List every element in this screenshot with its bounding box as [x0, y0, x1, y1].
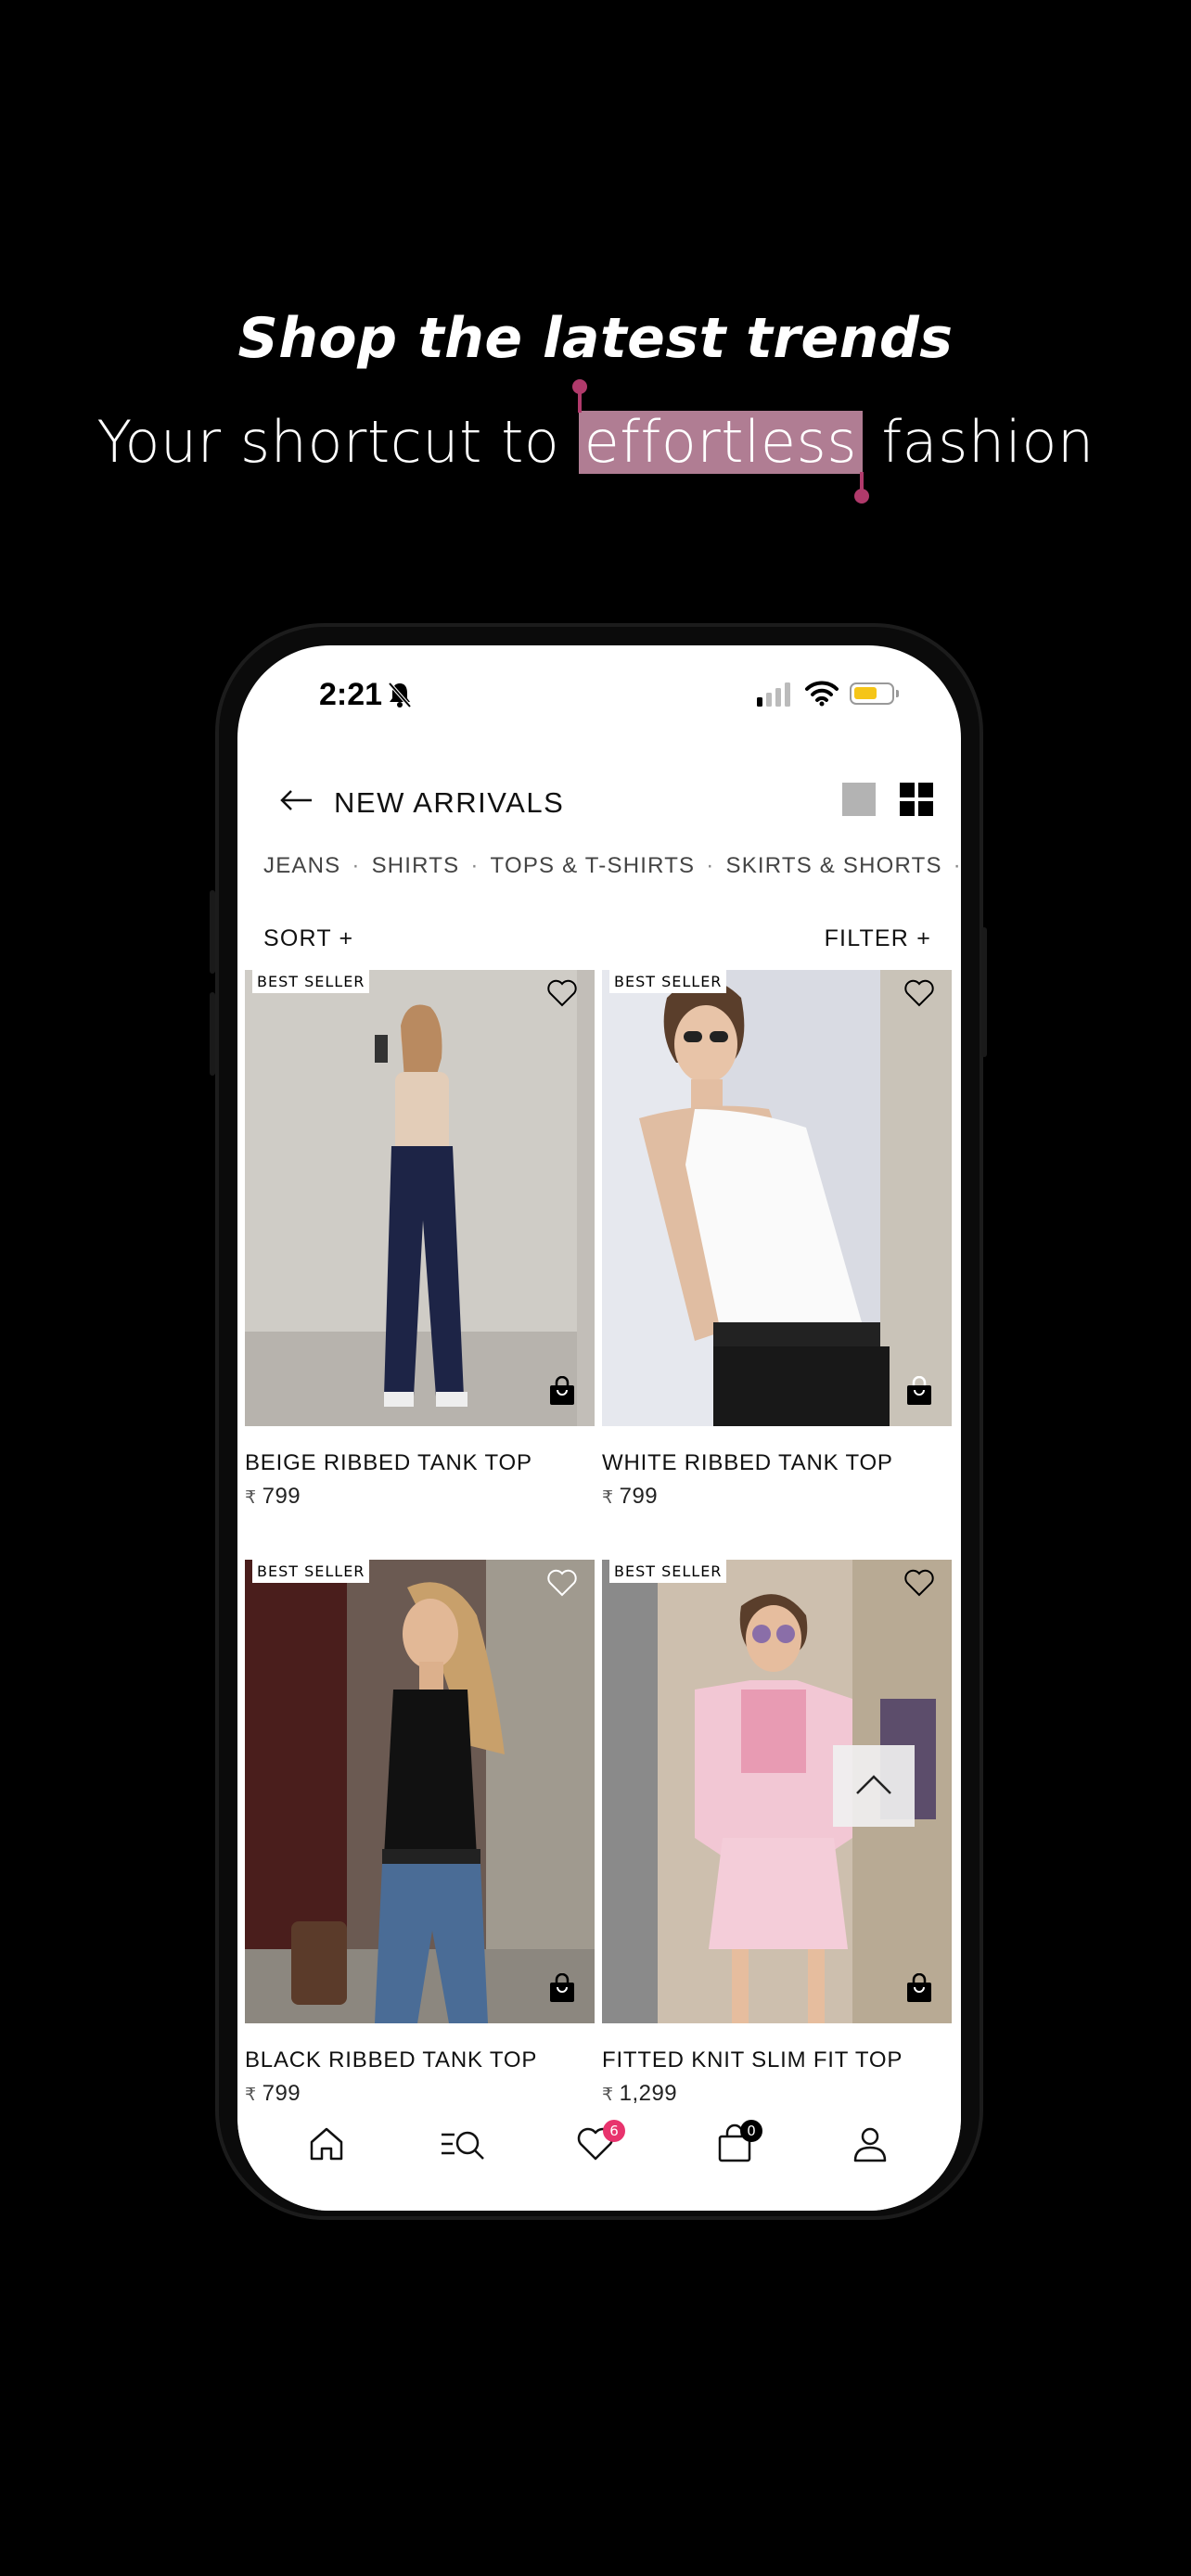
- page-title: NEW ARRIVALS: [334, 786, 565, 819]
- category-tops[interactable]: TOPS & T-SHIRTS: [491, 853, 696, 878]
- category-jeans[interactable]: JEANS: [263, 853, 340, 878]
- grid-view-icon[interactable]: [900, 783, 933, 816]
- product-name[interactable]: FITTED KNIT SLIM FIT TOP: [602, 2047, 952, 2073]
- selection-handle-start[interactable]: [571, 379, 587, 413]
- separator-dot: ·: [953, 853, 961, 878]
- category-strip: JEANS · SHIRTS · TOPS & T-SHIRTS · SKIRTS & SH…: [263, 853, 961, 879]
- product-name[interactable]: BLACK RIBBED TANK TOP: [245, 2047, 595, 2073]
- heart-icon[interactable]: [903, 979, 935, 1007]
- nav-wishlist[interactable]: 6: [575, 2120, 625, 2169]
- volume-button: [210, 890, 215, 974]
- bell-muted-icon: [388, 682, 412, 708]
- currency-symbol: ₹: [602, 2085, 614, 2105]
- nav-search[interactable]: [440, 2123, 486, 2169]
- best-seller-badge: BEST SELLER: [252, 1560, 370, 1583]
- product-photo-black: [245, 1560, 595, 2023]
- promo-subline: Your shortcut to effortless fashion: [0, 379, 1191, 504]
- bottom-nav: 6 0: [237, 2111, 961, 2211]
- chevron-up-icon: [856, 1775, 891, 1794]
- battery-icon: [850, 682, 899, 705]
- separator-dot: ·: [352, 853, 361, 878]
- selected-word: effortless: [583, 408, 858, 476]
- wishlist-count-badge: 6: [603, 2120, 625, 2142]
- product-price: ₹799: [245, 2081, 595, 2107]
- volume-button: [210, 992, 215, 1076]
- product-image[interactable]: BEST SELLER: [245, 1560, 595, 2023]
- sort-button[interactable]: SORT +: [263, 925, 353, 952]
- shopping-bag-icon[interactable]: [905, 1376, 933, 1406]
- nav-cart[interactable]: 0: [714, 2120, 762, 2169]
- shopping-bag-icon[interactable]: [548, 1376, 576, 1406]
- nav-account[interactable]: [850, 2123, 890, 2169]
- currency-symbol: ₹: [602, 1488, 614, 1508]
- product-name[interactable]: BEIGE RIBBED TANK TOP: [245, 1450, 595, 1476]
- home-icon: [310, 2127, 343, 2161]
- product-price: ₹1,299: [602, 2081, 952, 2107]
- back-arrow-icon[interactable]: [278, 786, 315, 814]
- signal-icon: [757, 682, 790, 707]
- single-view-icon[interactable]: [842, 783, 876, 816]
- separator-dot: ·: [706, 853, 715, 878]
- best-seller-badge: BEST SELLER: [609, 970, 727, 993]
- category-skirts[interactable]: SKIRTS & SHORTS: [725, 853, 941, 878]
- subline-start: Your shortcut to: [96, 408, 560, 476]
- product-image[interactable]: BEST SELLER: [245, 970, 595, 1426]
- product-card[interactable]: BEST SELLER WHITE RIBBED TANK TOP ₹799: [602, 970, 952, 1510]
- promo-headline: Shop the latest trends: [237, 306, 954, 371]
- product-image[interactable]: BEST SELLER: [602, 970, 952, 1426]
- product-price: ₹799: [602, 1484, 952, 1510]
- search-menu-icon: [442, 2131, 484, 2160]
- price-value: 1,299: [619, 2081, 678, 2106]
- price-value: 799: [262, 1484, 301, 1509]
- price-value: 799: [262, 2081, 301, 2106]
- category-shirts[interactable]: SHIRTS: [372, 853, 460, 878]
- separator-dot: ·: [470, 853, 480, 878]
- subline-end: fashion: [881, 408, 1095, 476]
- product-photo-beige: [245, 970, 595, 1426]
- selection-handle-end[interactable]: [854, 472, 870, 504]
- shopping-bag-icon[interactable]: [905, 1973, 933, 2003]
- product-card[interactable]: BEST SELLER BLACK RIBBED TANK TOP ₹799: [245, 1560, 595, 2107]
- best-seller-badge: BEST SELLER: [609, 1560, 727, 1583]
- product-card[interactable]: BEST SELLER FITTED KNIT SLIM FIT TOP ₹1,…: [602, 1560, 952, 2107]
- product-price: ₹799: [245, 1484, 595, 1510]
- phone-screen: 2:21 NEW ARRIVALS JEANS · SHIRTS · TOPS …: [237, 645, 961, 2211]
- nav-home[interactable]: [306, 2123, 347, 2169]
- best-seller-badge: BEST SELLER: [252, 970, 370, 993]
- heart-icon[interactable]: [546, 979, 578, 1007]
- wifi-icon: [805, 681, 839, 707]
- currency-symbol: ₹: [245, 2085, 257, 2105]
- product-photo-white: [602, 970, 952, 1426]
- selected-text[interactable]: effortless: [571, 379, 870, 504]
- filter-button[interactable]: FILTER +: [825, 925, 931, 952]
- cart-count-badge: 0: [740, 2120, 762, 2142]
- product-card[interactable]: BEST SELLER BEIGE RIBBED TANK TOP ₹799: [245, 970, 595, 1510]
- price-value: 799: [619, 1484, 659, 1509]
- heart-icon[interactable]: [903, 1569, 935, 1597]
- shopping-bag-icon[interactable]: [548, 1973, 576, 2003]
- user-icon: [853, 2127, 887, 2162]
- status-bar: 2:21: [237, 645, 961, 747]
- scroll-to-top-button[interactable]: [833, 1745, 915, 1827]
- status-time: 2:21: [319, 677, 383, 712]
- power-button: [981, 927, 987, 1057]
- heart-icon[interactable]: [546, 1569, 578, 1597]
- currency-symbol: ₹: [245, 1488, 257, 1508]
- product-name[interactable]: WHITE RIBBED TANK TOP: [602, 1450, 952, 1476]
